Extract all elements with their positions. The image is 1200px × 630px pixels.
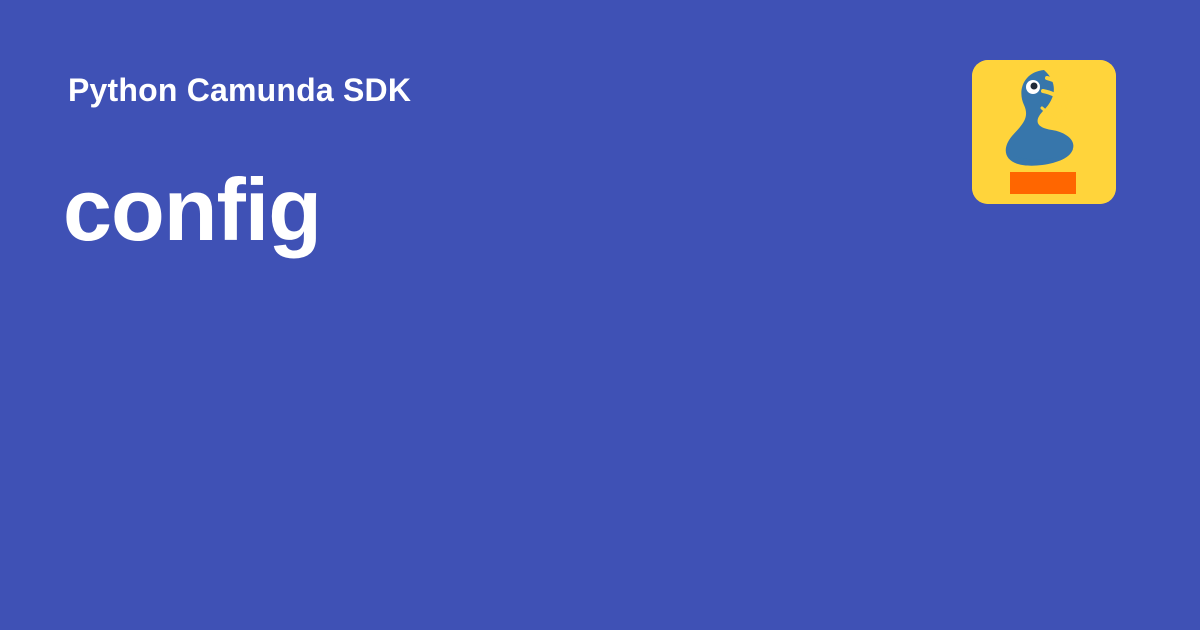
page-title: config xyxy=(63,160,322,259)
site-name: Python Camunda SDK xyxy=(68,72,412,108)
social-card: Python Camunda SDK config xyxy=(0,0,1200,630)
snake-logo-icon xyxy=(972,60,1116,204)
logo xyxy=(972,60,1116,204)
